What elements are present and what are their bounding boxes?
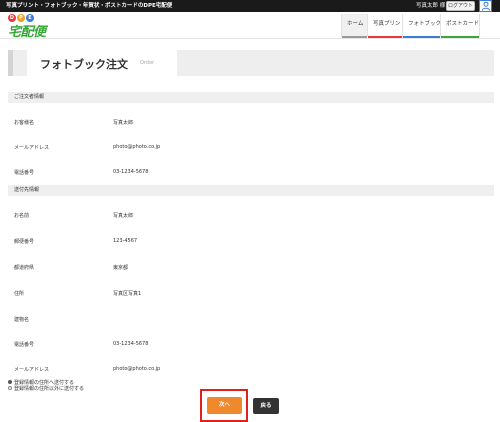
- shipping-name-row: お名前 写真太郎: [8, 209, 494, 222]
- field-value: photo@photo.co.jp: [113, 366, 161, 372]
- page-subtitle: Order: [140, 60, 155, 66]
- shipping-postal-row: 郵便番号 123-4567: [8, 235, 494, 248]
- delivery-options: 登録情報の住所へ送付する 登録情報の住所以外に送付する: [8, 379, 85, 392]
- field-value: 東京都: [113, 265, 129, 271]
- user-icon: [481, 1, 491, 11]
- field-label: メールアドレス: [14, 145, 50, 151]
- orderer-section-heading: ご注文者情報: [8, 92, 494, 103]
- field-value: 123-4567: [113, 238, 138, 244]
- nav-tab-postcard[interactable]: ポストカード: [440, 14, 480, 38]
- site-logo[interactable]: D P E 宅配便: [8, 14, 58, 40]
- radio-button-checked[interactable]: [8, 380, 12, 384]
- nav-tab-home[interactable]: ホーム: [341, 14, 367, 38]
- page-title-band: フォトブック注文 Order: [8, 50, 494, 76]
- field-value: 03-1234-5678: [113, 341, 149, 347]
- main-nav: ホーム 写真プリント フォトブック ポストカード: [341, 14, 480, 38]
- nav-tab-photo-print[interactable]: 写真プリント: [367, 14, 406, 38]
- delivery-option-other[interactable]: 登録情報の住所以外に送付する: [8, 385, 85, 392]
- field-label: お客様名: [14, 120, 35, 126]
- orderer-phone-row: 電話番号 03-1234-5678: [8, 166, 494, 179]
- radio-button[interactable]: [8, 386, 12, 390]
- field-value: photo@photo.co.jp: [113, 144, 161, 150]
- nav-tab-photobook[interactable]: フォトブック: [402, 14, 441, 38]
- field-label: 住所: [14, 291, 25, 297]
- orderer-email-row: メールアドレス photo@photo.co.jp: [8, 141, 494, 154]
- field-value: 写真太郎: [113, 120, 134, 126]
- field-label: 建物名: [14, 317, 30, 323]
- shipping-building-row: 建物名: [8, 313, 494, 326]
- field-label: メールアドレス: [14, 367, 50, 373]
- page-title: フォトブック注文: [40, 58, 128, 71]
- field-label: 電話番号: [14, 170, 35, 176]
- back-button[interactable]: 戻る: [253, 398, 279, 414]
- field-label: 都道府県: [14, 265, 35, 271]
- shipping-section-heading: 送付先情報: [8, 185, 494, 196]
- field-value: 写真区写真1: [113, 291, 142, 297]
- field-value: 写真太郎: [113, 213, 134, 219]
- field-label: 郵便番号: [14, 239, 35, 245]
- orderer-name-row: お客様名 写真太郎: [8, 116, 494, 129]
- shipping-email-row: メールアドレス photo@photo.co.jp: [8, 363, 494, 376]
- field-label: お名前: [14, 213, 30, 219]
- field-label: 電話番号: [14, 342, 35, 348]
- logout-button[interactable]: ログアウト: [446, 1, 475, 11]
- next-button[interactable]: 次へ: [207, 397, 242, 414]
- site-tagline: 写真プリント・フォトブック・年賀状・ポストカードのDPE宅配便: [6, 3, 173, 9]
- profile-button[interactable]: [479, 0, 492, 12]
- field-value: 03-1234-5678: [113, 169, 149, 175]
- header-divider: [0, 38, 500, 39]
- shipping-prefecture-row: 都道府県 東京都: [8, 261, 494, 274]
- user-name: 写真太郎 様: [416, 3, 446, 9]
- title-accent: [8, 50, 13, 76]
- top-bar: 写真プリント・フォトブック・年賀状・ポストカードのDPE宅配便 写真太郎 様 ロ…: [0, 0, 500, 12]
- shipping-address-row: 住所 写真区写真1: [8, 287, 494, 300]
- radio-label: 登録情報の住所以外に送付する: [14, 385, 85, 392]
- shipping-phone-row: 電話番号 03-1234-5678: [8, 338, 494, 351]
